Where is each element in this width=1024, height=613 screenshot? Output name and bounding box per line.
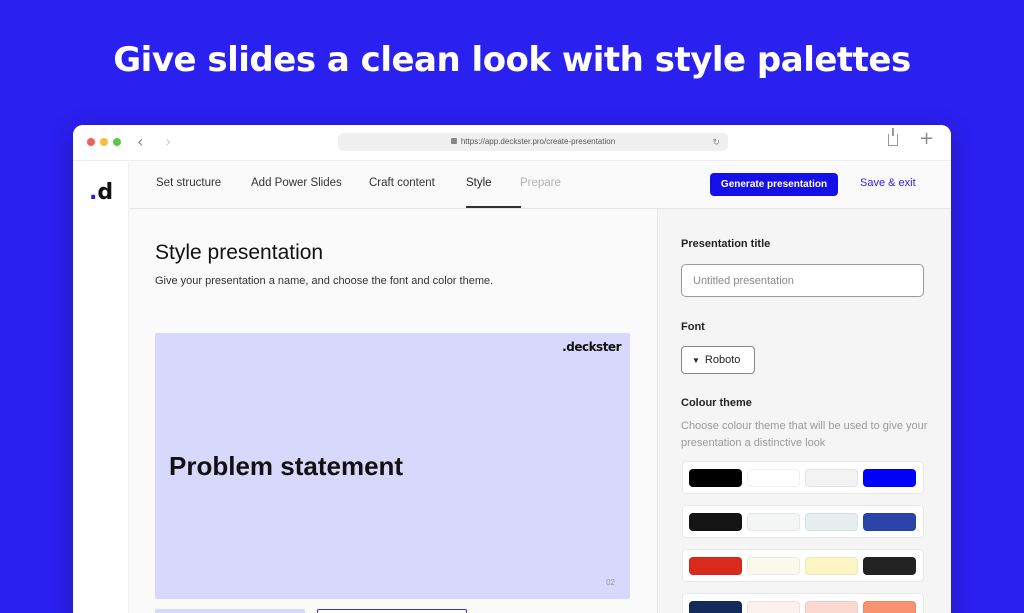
slide-brand: .deckster — [562, 340, 621, 354]
colour-swatch — [863, 513, 916, 531]
colour-swatch — [747, 557, 800, 575]
theme-label: Colour theme — [681, 397, 752, 409]
colour-swatch — [689, 513, 742, 531]
slide-number: 02 — [606, 578, 615, 587]
step-prepare: Prepare — [520, 177, 561, 189]
colour-swatch — [689, 469, 742, 487]
colour-swatch — [863, 601, 916, 613]
lock-icon — [450, 137, 457, 144]
slide-title: Problem statement — [169, 451, 404, 481]
url-bar[interactable]: https://app.deckster.pro/create-presenta… — [338, 133, 728, 151]
headline: Give slides a clean look with style pale… — [113, 40, 911, 80]
minimize-window-button[interactable] — [100, 138, 108, 146]
colour-swatch — [805, 469, 858, 487]
share-icon[interactable] — [888, 128, 898, 146]
slide-thumbnail-selected[interactable] — [317, 609, 467, 613]
font-label: Font — [681, 321, 705, 333]
colour-swatch — [747, 469, 800, 487]
browser-chrome: ‹ › https://app.deckster.pro/create-pres… — [73, 125, 951, 161]
wizard-nav: Set structure Add Power Slides Craft con… — [129, 162, 951, 209]
reload-icon[interactable]: ↻ — [712, 133, 720, 151]
style-main: Style presentation Give your presentatio… — [129, 209, 657, 613]
save-exit-button[interactable]: Save & exit — [860, 177, 916, 189]
colour-theme-option[interactable] — [682, 549, 924, 582]
theme-description: Choose colour theme that will be used to… — [681, 420, 928, 449]
forward-arrow-icon[interactable]: › — [165, 132, 171, 151]
colour-swatch — [805, 557, 858, 575]
step-style[interactable]: Style — [466, 177, 492, 189]
close-window-button[interactable] — [87, 138, 95, 146]
slide-preview: .deckster Problem statement 02 — [155, 333, 630, 599]
colour-theme-option[interactable] — [682, 593, 924, 613]
browser-window: ‹ › https://app.deckster.pro/create-pres… — [73, 125, 951, 613]
colour-swatch — [747, 513, 800, 531]
page-title: Style presentation — [155, 241, 324, 264]
colour-swatch — [805, 601, 858, 613]
step-craft-content[interactable]: Craft content — [369, 177, 435, 189]
slide-thumbnail[interactable] — [155, 609, 305, 613]
colour-swatch — [805, 513, 858, 531]
colour-swatch — [863, 557, 916, 575]
colour-swatch — [747, 601, 800, 613]
page-subtitle: Give your presentation a name, and choos… — [155, 275, 494, 287]
active-step-indicator — [466, 206, 521, 208]
style-panel: Presentation title Font ▼ Roboto Colour t… — [657, 209, 951, 613]
new-tab-icon[interactable]: + — [919, 128, 934, 149]
font-value: Roboto — [704, 354, 741, 366]
font-select[interactable]: ▼ Roboto — [681, 346, 755, 374]
colour-swatch — [689, 557, 742, 575]
back-arrow-icon[interactable]: ‹ — [137, 132, 143, 151]
colour-swatch — [863, 469, 916, 487]
colour-theme-option[interactable] — [682, 505, 924, 538]
maximize-window-button[interactable] — [113, 138, 121, 146]
url-text: https://app.deckster.pro/create-presenta… — [460, 137, 616, 146]
step-set-structure[interactable]: Set structure — [156, 177, 221, 189]
colour-swatch — [689, 601, 742, 613]
title-label: Presentation title — [681, 238, 771, 250]
colour-theme-option[interactable] — [682, 461, 924, 494]
step-add-power-slides[interactable]: Add Power Slides — [251, 177, 342, 189]
dropdown-triangle-icon: ▼ — [692, 356, 700, 365]
app-sidebar: .d — [73, 162, 129, 613]
deckster-logo[interactable]: .d — [89, 180, 113, 205]
presentation-title-input[interactable] — [681, 264, 924, 297]
generate-presentation-button[interactable]: Generate presentation — [710, 173, 838, 196]
